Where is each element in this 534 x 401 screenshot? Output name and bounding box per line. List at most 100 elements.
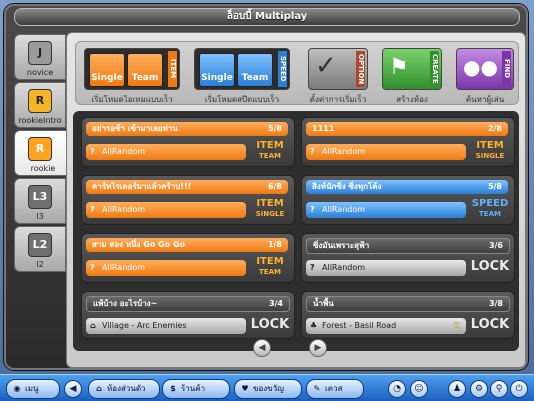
power-icon[interactable]: ⏻ [510,380,528,398]
mode-caption: สร้างห้อง [396,95,428,104]
mode-toolbar: Single Team ITEM เริ่มโหมดไอเทมแบบเร็ว S… [75,41,519,105]
tab-novice[interactable]: J novice [14,34,66,80]
room-card[interactable]: สาม สอง หนึ่ง Go Go Go 1/8 ? AllRandom IT… [81,233,295,283]
menu-button[interactable]: ◉ เมนู [6,379,60,399]
users-icon[interactable]: ☺ [410,380,428,398]
room-card[interactable]: 1111 2/8 ? AllRandom ITEM SINGLE [301,117,515,167]
room-card[interactable]: ซิ่งมันเพราะสุฟ้า 3/6 ? AllRandom LOCK [301,233,515,283]
search-icon[interactable]: ⚲ [490,380,508,398]
rookie-icon: R [28,137,52,161]
mode-caption: เริ่มโหมดไอเทมแบบเร็ว [91,95,173,104]
tree-icon: ♣ [310,321,318,330]
room-map: ? AllRandom [86,202,246,218]
lock-badge: LOCK [470,259,510,274]
tab-rookie[interactable]: R rookie [14,130,72,176]
community-icon[interactable]: ♟ [448,380,466,398]
room-card[interactable]: น้ำพื้น 3/8 ♣ Forest - Basil Road ⚿ LOCK [301,291,515,339]
mode-sub: TEAM [259,268,281,276]
room-map: ? AllRandom [306,202,466,218]
tab-label: rookieIntro [18,116,62,125]
room-title-bar: สิงห์นักซิ่ง ซิ่งทุกโค้ง 5/8 [306,180,508,194]
shop-icon: $ [170,384,176,393]
mode-caption: ตั้งค่าการเริ่มเร็ว [309,95,367,104]
room-name: แพ้บ้าง อะไรบ้าง~ [93,299,158,308]
mode-tag: ITEM [256,140,284,151]
window-title: ล็อบบี้ Multiplay [14,8,520,26]
next-page-button[interactable]: ▶ [309,339,327,357]
room-name: อย่ารอช้า เข้ามาเลยท่าน [92,124,178,133]
players-icon: ●● [463,55,498,79]
settings-icon[interactable]: ⚙ [470,380,488,398]
tab-label: l3 [36,212,44,221]
mode-sub: SINGLE [255,210,285,218]
mode-sub: TEAM [259,152,281,160]
question-icon: ? [310,205,315,214]
rookie-intro-icon: R [28,89,52,113]
question-icon: ? [310,263,315,272]
room-map: ? AllRandom [306,260,466,276]
room-count: 5/8 [487,182,502,191]
room-card[interactable]: อย่ารอช้า เข้ามาเลยท่าน 5/8 ? AllRandom I… [81,117,295,167]
quick-option-button[interactable]: ✓ OPTION ตั้งค่าการเริ่มเร็ว [308,48,368,104]
quick-speed-single-button[interactable]: Single [199,53,235,87]
create-tag: CREATE [430,51,439,87]
mode-sub: SINGLE [475,152,505,160]
channel-sidebar: J novice R rookieIntro R rookie L3 l3 L2… [14,34,72,364]
map-name: AllRandom [102,147,146,156]
my-room-button[interactable]: ⌂ ห้องส่วนตัว [88,379,160,399]
tab-label: rookie [30,164,56,173]
l2-icon: L2 [28,233,52,257]
gift-button[interactable]: ♥ ของขวัญ [234,379,302,399]
quest-button[interactable]: ✎ เควส [306,379,364,399]
room-name: สิงห์นักซิ่ง ซิ่งทุกโค้ง [312,182,382,191]
tab-l3[interactable]: L3 l3 [14,178,66,224]
room-card[interactable]: คาร์ทไรเดอร์มาแล้วคร้าบ!!! 6/8 ? AllRando… [81,175,295,225]
room-mode-badge: ITEM SINGLE [250,198,290,220]
key-icon: ⚿ [453,321,460,330]
lobby-main-panel: Single Team ITEM เริ่มโหมดไอเทมแบบเร็ว S… [66,32,526,368]
room-count: 1/8 [267,240,282,249]
room-title-bar: ซิ่งมันเพราะสุฟ้า 3/6 [306,238,510,254]
item-tag: ITEM [168,51,177,87]
tab-label: l2 [36,260,44,269]
back-icon[interactable]: ◀ [64,380,82,398]
question-icon: ? [310,147,315,156]
room-name: 1111 [312,124,335,133]
room-count: 3/6 [488,241,503,250]
novice-icon: J [28,41,52,65]
room-title-bar: น้ำพื้น 3/8 [306,296,510,312]
quick-speed-team-button[interactable]: Team [237,53,273,87]
prev-page-button[interactable]: ◀ [253,339,271,357]
tab-l2[interactable]: L2 l2 [14,226,66,272]
quick-item-single-button[interactable]: Single [89,53,125,87]
item-label: ร้านค้า [181,384,206,393]
button-label: Single [201,73,233,83]
speed-tag: SPEED [278,51,287,87]
room-name: น้ำพื้น [313,299,334,308]
create-room-button[interactable]: ⚑ CREATE สร้างห้อง [382,48,442,104]
shop-button[interactable]: $ ร้านค้า [162,379,230,399]
mode-caption: ค้นหาผู้เล่น [465,95,505,104]
room-mode-badge: ITEM TEAM [250,256,290,278]
menu-label: เมนู [25,384,39,393]
room-mode-badge: SPEED TEAM [470,198,510,220]
room-card[interactable]: สิงห์นักซิ่ง ซิ่งทุกโค้ง 5/8 ? AllRandom … [301,175,515,225]
l3-icon: L3 [28,185,52,209]
house-icon: ⌂ [90,321,96,330]
room-card[interactable]: แพ้บ้าง อะไรบ้าง~ 3/4 ⌂ Village - Arc Ene… [81,291,295,339]
map-name: AllRandom [102,205,146,214]
quick-speed-mode: Single Team SPEED เริ่มโหมดสปีดแบบเร็ว [194,48,290,104]
room-count: 3/4 [268,299,283,308]
tab-rookie-intro[interactable]: R rookieIntro [14,82,66,128]
room-map: ♣ Forest - Basil Road ⚿ [306,318,466,334]
map-name: AllRandom [322,147,366,156]
map-name: AllRandom [102,263,146,272]
quick-item-team-button[interactable]: Team [127,53,163,87]
mode-tag: SPEED [471,198,509,209]
find-player-button[interactable]: ●● FIND ค้นหาผู้เล่น [456,48,514,104]
room-title-bar: อย่ารอช้า เข้ามาเลยท่าน 5/8 [86,122,288,136]
speed-icon[interactable]: ◔ [388,380,406,398]
room-title-bar: คาร์ทไรเดอร์มาแล้วคร้าบ!!! 6/8 [86,180,288,194]
mode-tag: ITEM [256,198,284,209]
mode-tag: ITEM [256,256,284,267]
